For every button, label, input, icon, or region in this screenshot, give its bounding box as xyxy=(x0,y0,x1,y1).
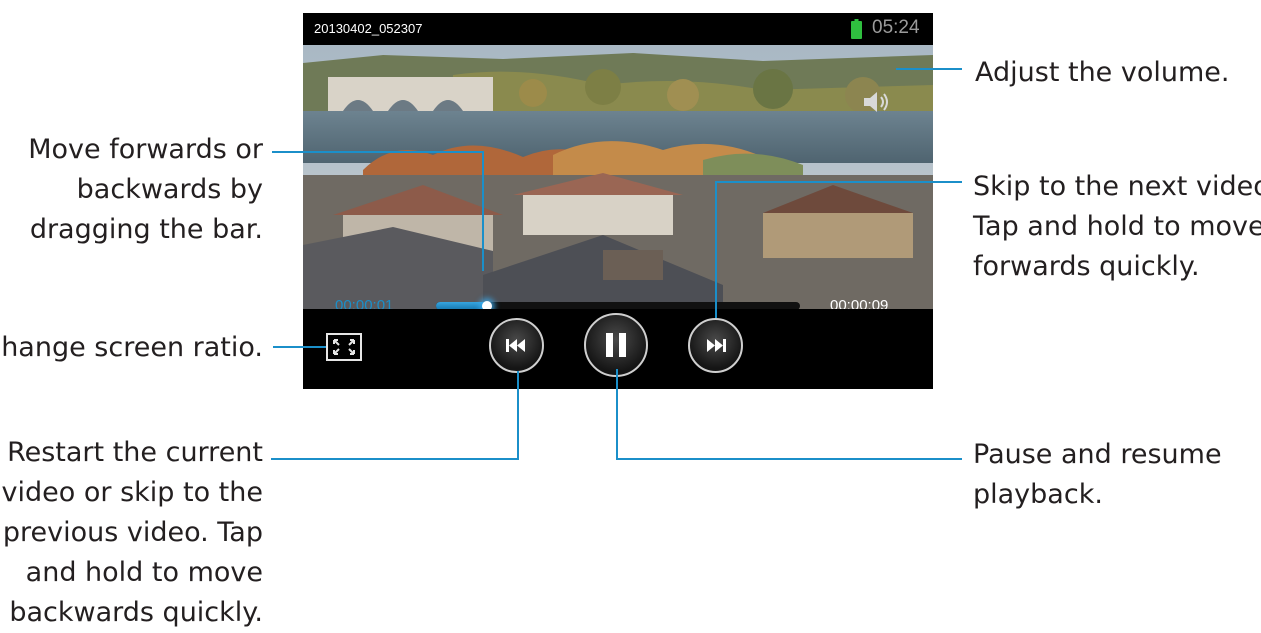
callout-seek: Move forwards or backwards by dragging t… xyxy=(28,130,263,250)
callout-seek-line: dragging the bar. xyxy=(29,214,263,245)
callout-restart-line: Restart the current xyxy=(7,437,263,468)
callout-ratio: Change screen ratio. xyxy=(0,328,263,368)
callout-next: Skip to the next video. Tap and hold to … xyxy=(973,167,1261,287)
callout-restart-line: video or skip to the xyxy=(1,477,263,508)
previous-button[interactable] xyxy=(489,318,544,373)
leader-line-ratio xyxy=(273,346,326,348)
leader-line-volume xyxy=(896,68,962,70)
screen-ratio-button[interactable] xyxy=(326,333,362,361)
callout-next-line: Skip to the next video. xyxy=(973,171,1261,202)
leader-line-pause xyxy=(616,369,618,460)
skip-next-icon xyxy=(707,339,726,352)
callout-seek-line: backwards by xyxy=(76,174,263,205)
callout-restart-line: and hold to move xyxy=(25,557,263,588)
callout-pause: Pause and resume playback. xyxy=(973,435,1222,515)
callout-pause-line: playback. xyxy=(973,479,1103,510)
total-time: 00:00:09 xyxy=(830,297,889,309)
callout-pause-line: Pause and resume xyxy=(973,439,1222,470)
video-frame[interactable]: 00:00:01 00:00:09 xyxy=(303,45,933,309)
leader-line-next xyxy=(715,181,717,318)
next-button[interactable] xyxy=(688,318,743,373)
callout-next-line: forwards quickly. xyxy=(973,251,1200,282)
callout-volume: Adjust the volume. xyxy=(975,53,1229,93)
leader-line-restart xyxy=(517,371,519,460)
callout-restart-line: previous video. Tap xyxy=(2,517,263,548)
status-bar: 20130402_052307 05:24 xyxy=(303,13,933,45)
video-player-screen: 20130402_052307 05:24 00:00:01 00:00:09 xyxy=(303,13,933,389)
current-time: 00:00:01 xyxy=(335,297,394,309)
leader-line-seek xyxy=(482,151,484,271)
callout-next-line: Tap and hold to move xyxy=(973,211,1261,242)
volume-button[interactable] xyxy=(862,89,894,115)
skip-previous-icon xyxy=(506,339,525,352)
callout-restart: Restart the current video or skip to the… xyxy=(2,433,263,633)
seek-thumb[interactable] xyxy=(481,301,492,309)
leader-line-seek xyxy=(272,151,484,153)
seek-progress xyxy=(436,302,487,309)
leader-line-pause xyxy=(616,458,962,460)
callout-restart-line: backwards quickly. xyxy=(9,597,263,628)
seek-bar[interactable] xyxy=(436,301,800,309)
callout-seek-line: Move forwards or xyxy=(28,134,263,165)
video-scene xyxy=(303,45,933,309)
leader-line-restart xyxy=(271,458,519,460)
pause-icon xyxy=(606,333,626,357)
pause-button[interactable] xyxy=(584,313,648,377)
status-clock: 05:24 xyxy=(872,17,920,38)
file-name: 20130402_052307 xyxy=(314,21,423,36)
callout-volume-line: Adjust the volume. xyxy=(975,57,1230,88)
callout-ratio-line: Change screen ratio. xyxy=(0,332,263,363)
leader-line-next xyxy=(716,181,962,183)
battery-icon xyxy=(851,19,862,39)
